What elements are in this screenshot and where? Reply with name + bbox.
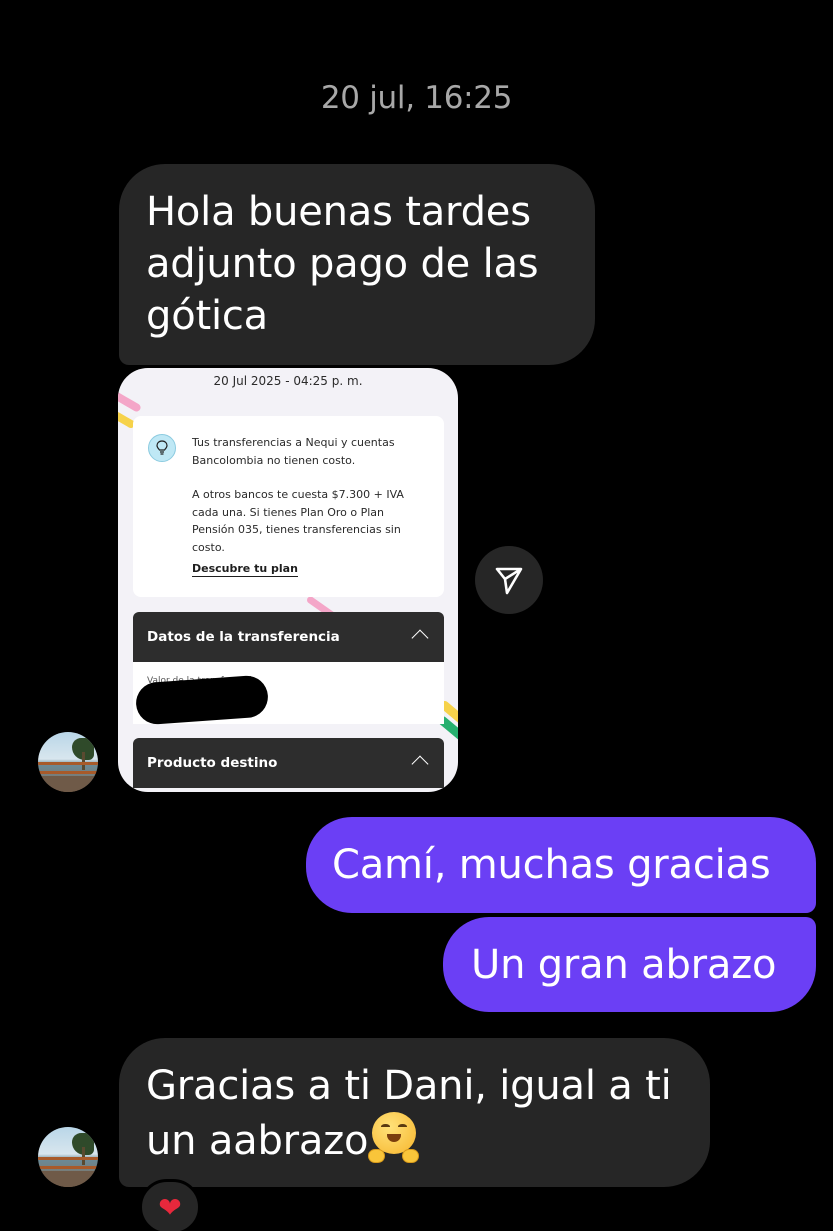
- emoji-hand: [402, 1149, 420, 1163]
- outgoing-message-bubble[interactable]: Camí, muchas gracias: [306, 817, 816, 913]
- section-title: Datos de la transferencia: [147, 629, 340, 645]
- info-card: Tus transferencias a Nequi y cuentas Ban…: [133, 416, 444, 597]
- send-icon: [495, 567, 523, 595]
- info-paragraph: A otros bancos te cuesta $7.300 + IVA ca…: [192, 488, 404, 554]
- section-title: Producto destino: [147, 755, 278, 771]
- message-timestamp: 20 jul, 16:25: [320, 80, 513, 116]
- share-button[interactable]: [475, 546, 543, 614]
- avatar[interactable]: [38, 732, 98, 792]
- info-text: Tus transferencias a Nequi y cuentas Ban…: [192, 434, 424, 578]
- avatar-railing: [38, 1157, 98, 1169]
- message-text: Hola buenas tardes adjunto pago de las g…: [146, 189, 539, 339]
- chevron-up-icon: [411, 755, 429, 773]
- emoji-eye: [381, 1124, 391, 1129]
- heart-reaction[interactable]: ❤: [139, 1179, 201, 1231]
- hugging-face-emoji: [368, 1112, 420, 1163]
- lightbulb-icon: [148, 434, 176, 462]
- avatar[interactable]: [38, 1127, 98, 1187]
- avatar-floor: [38, 1171, 98, 1187]
- discover-plan-link: Descubre tu plan: [192, 562, 298, 577]
- transfer-data-section-header: Datos de la transferencia: [133, 612, 444, 662]
- heart-icon: ❤: [158, 1190, 182, 1224]
- message-text: Un gran abrazo: [471, 942, 777, 988]
- chevron-up-icon: [411, 629, 429, 647]
- incoming-message-bubble[interactable]: Gracias a ti Dani, igual a ti un aabrazo: [119, 1038, 710, 1187]
- incoming-message-bubble[interactable]: Hola buenas tardes adjunto pago de las g…: [119, 164, 595, 365]
- outgoing-message-bubble[interactable]: Un gran abrazo: [443, 917, 816, 1012]
- destination-product-section-header: Producto destino: [133, 738, 444, 788]
- info-paragraph: Tus transferencias a Nequi y cuentas Ban…: [192, 436, 395, 467]
- emoji-mouth: [387, 1134, 402, 1142]
- chat-screen: 20 jul, 16:25 Hola buenas tardes adjunto…: [0, 0, 833, 1231]
- emoji-eye: [398, 1124, 408, 1129]
- shared-image-message[interactable]: 20 Jul 2025 - 04:25 p. m. Tus transferen…: [118, 368, 458, 792]
- emoji-hand: [368, 1149, 386, 1163]
- avatar-railing: [38, 762, 98, 774]
- avatar-floor: [38, 776, 98, 792]
- message-text: Camí, muchas gracias: [332, 842, 771, 888]
- decorative-stripe: [118, 391, 142, 413]
- transfer-date: 20 Jul 2025 - 04:25 p. m.: [213, 374, 363, 388]
- emoji-face: [372, 1112, 417, 1154]
